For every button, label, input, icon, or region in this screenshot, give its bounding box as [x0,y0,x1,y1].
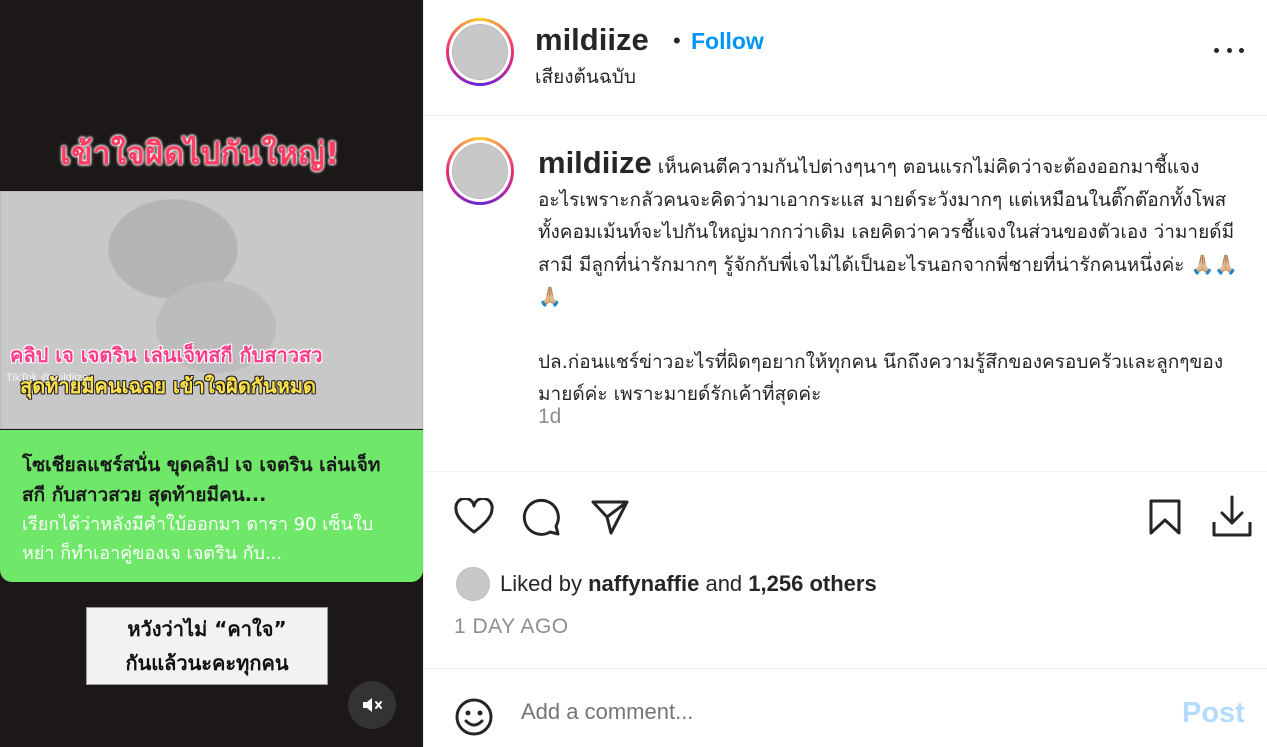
thumbnail-caption-line1: คลิป เจ เจตริน เล่นเจ็ทสกี กับสาวสว [10,343,323,367]
subtitle-line1: หวังว่าไม่ “คาใจ” [127,617,287,641]
likes-summary[interactable]: Liked by naffynaffie and 1,256 others [456,567,877,601]
comment-icon [522,498,560,536]
emoji-button[interactable] [454,697,494,742]
tiktok-watermark: TikTok @mildiize [6,372,89,384]
caption-section: mildiize เห็นคนตีความกันไปต่างๆนาๆ ตอนแรก… [424,117,1267,471]
caption-avatar[interactable] [446,137,514,205]
heart-icon [454,496,494,534]
follow-button[interactable]: Follow [691,28,764,55]
speaker-muted-icon [363,698,382,712]
post-button[interactable]: Post [1182,697,1245,730]
reel-video[interactable]: เข้าใจผิดไปกันใหญ่! คลิป เจ เจตริน เล่นเ… [0,0,423,747]
separator-dot: • [673,28,681,53]
video-headline: เข้าใจผิดไปกันใหญ่! [60,136,340,172]
audio-label[interactable]: เสียงต้นฉบับ [535,62,636,92]
header-username[interactable]: mildiize [535,22,649,58]
comment-button[interactable] [521,497,561,542]
download-button[interactable] [1210,494,1254,545]
caption-text: mildiize เห็นคนตีความกันไปต่างๆนาๆ ตอนแรก… [538,145,1238,443]
save-button[interactable] [1148,498,1182,541]
like-button[interactable] [454,496,494,541]
thumbnail-caption: คลิป เจ เจตริน เล่นเจ็ทสกี กับสาวสว สุดท… [0,340,423,402]
avatar-image [452,143,508,199]
liker-username[interactable]: naffynaffie [588,571,699,597]
comment-bar: Post [424,668,1267,747]
more-horizontal-icon [1214,47,1219,53]
more-options-button[interactable] [1214,40,1244,60]
likes-count[interactable]: 1,256 others [748,571,876,597]
avatar-image [452,24,508,80]
post-date: 1 DAY AGO [454,615,569,638]
caption-username[interactable]: mildiize [538,145,652,180]
share-button[interactable] [590,498,630,541]
download-icon [1212,495,1252,537]
caption-paragraph-2: ปล.ก่อนแชร์ข่าวอะไรที่ผิดๆอยากให้ทุกคน น… [538,350,1224,406]
send-icon [591,500,629,535]
subtitle-line2: กันแล้วนะคะทุกคน [125,651,289,675]
news-card: โซเชียลแชร์สนั่น ขุดคลิป เจ เจตริน เล่นเ… [0,430,423,582]
video-subtitle: หวังว่าไม่ “คาใจ” กันแล้วนะคะทุกคน [86,607,328,685]
avatar[interactable] [446,18,514,86]
news-body: เรียกได้ว่าหลังมีคำใบ้ออกมา ดารา 90 เซ็น… [22,514,374,564]
post-header: mildiize • Follow เสียงต้นฉบับ [424,0,1267,116]
emoji-icon [455,698,493,736]
action-bar [424,471,1267,561]
post-panel: mildiize • Follow เสียงต้นฉบับ mildiize เ… [423,0,1267,747]
mute-button[interactable] [348,681,396,729]
bookmark-icon [1149,499,1181,535]
caption-timestamp[interactable]: 1d [538,405,561,429]
news-title: โซเชียลแชร์สนั่น ขุดคลิป เจ เจตริน เล่นเ… [22,454,381,506]
likes-prefix: Liked by [500,571,582,596]
comment-input[interactable] [521,699,1141,725]
likes-conj: and [705,571,743,596]
liker-avatar [456,567,490,601]
